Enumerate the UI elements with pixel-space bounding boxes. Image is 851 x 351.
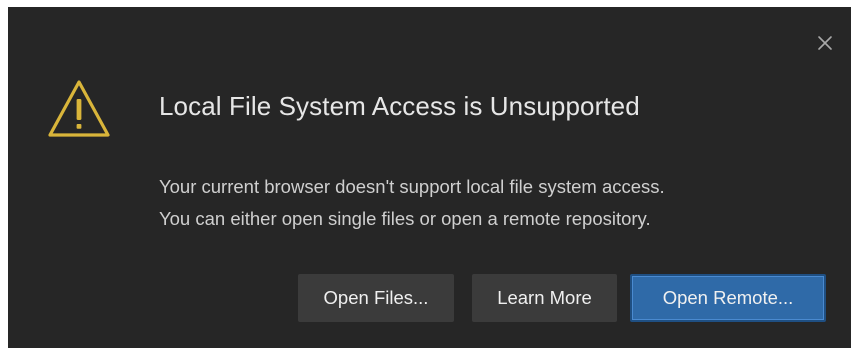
dialog-title: Local File System Access is Unsupported (159, 91, 640, 121)
dialog-message-line-2: You can either open single files or open… (159, 208, 651, 229)
learn-more-button[interactable]: Learn More (472, 274, 617, 322)
warning-triangle-icon (45, 75, 113, 143)
open-remote-button[interactable]: Open Remote... (630, 274, 826, 322)
unsupported-dialog: Local File System Access is Unsupported … (8, 7, 851, 348)
dialog-message-line-1: Your current browser doesn't support loc… (159, 176, 665, 197)
close-icon (818, 36, 832, 50)
open-files-button[interactable]: Open Files... (298, 274, 454, 322)
close-button[interactable] (815, 33, 835, 53)
